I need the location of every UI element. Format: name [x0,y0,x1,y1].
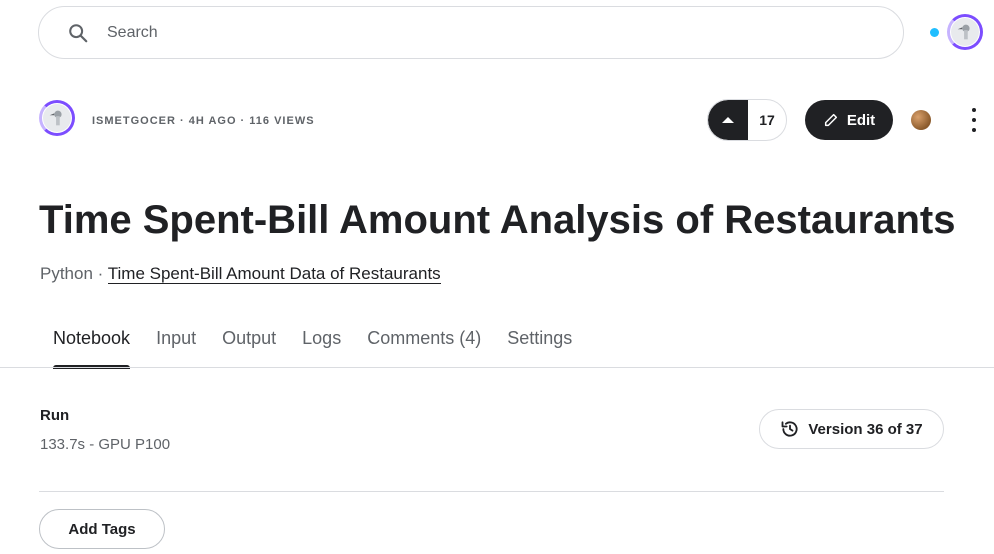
dataset-link[interactable]: Time Spent-Bill Amount Data of Restauran… [107,264,441,284]
tab-comments[interactable]: Comments (4) [354,322,494,365]
section-divider [39,491,944,492]
version-label: Version 36 of 37 [808,420,923,438]
upvote-control: 17 [707,99,787,141]
upvote-button[interactable] [708,100,748,140]
upvote-count[interactable]: 17 [748,100,786,140]
notebook-subtitle: Python · Time Spent-Bill Amount Data of … [40,264,441,284]
tab-bar: Notebook Input Output Logs Comments (4) … [40,322,585,369]
add-tags-button[interactable]: Add Tags [39,509,165,549]
language-label: Python [40,264,93,283]
notebook-meta: ISMETGOCER · 4H AGO · 116 VIEWS [92,115,315,127]
tab-input[interactable]: Input [143,322,209,365]
meta-separator: · [175,115,189,127]
more-options-icon[interactable] [966,108,982,132]
tab-settings[interactable]: Settings [494,322,585,365]
user-avatar[interactable] [951,18,979,46]
run-info: 133.7s - GPU P100 [40,436,171,453]
view-count: 116 VIEWS [249,115,315,127]
tab-notebook[interactable]: Notebook [40,322,143,369]
edit-button[interactable]: Edit [805,100,893,140]
bronze-medal-icon [911,110,931,130]
time-ago: 4H AGO [188,115,237,127]
version-button[interactable]: Version 36 of 37 [759,409,944,449]
edit-label: Edit [846,111,876,129]
caret-up-icon [722,117,734,123]
author-avatar[interactable] [43,104,71,132]
tabs-divider [0,367,994,368]
search-icon [67,21,91,45]
tab-logs[interactable]: Logs [289,322,354,365]
search-input[interactable] [105,22,705,43]
search-bar[interactable] [38,6,904,59]
pencil-icon [824,113,837,127]
duck-avatar-icon [957,24,970,40]
page-title: Time Spent-Bill Amount Analysis of Resta… [39,198,956,242]
author-name[interactable]: ISMETGOCER [92,115,176,127]
notification-dot [930,28,939,37]
tab-output[interactable]: Output [209,322,289,365]
run-label: Run [40,407,70,424]
meta-separator: · [236,115,250,127]
history-icon [781,421,798,437]
duck-avatar-icon [49,110,62,126]
